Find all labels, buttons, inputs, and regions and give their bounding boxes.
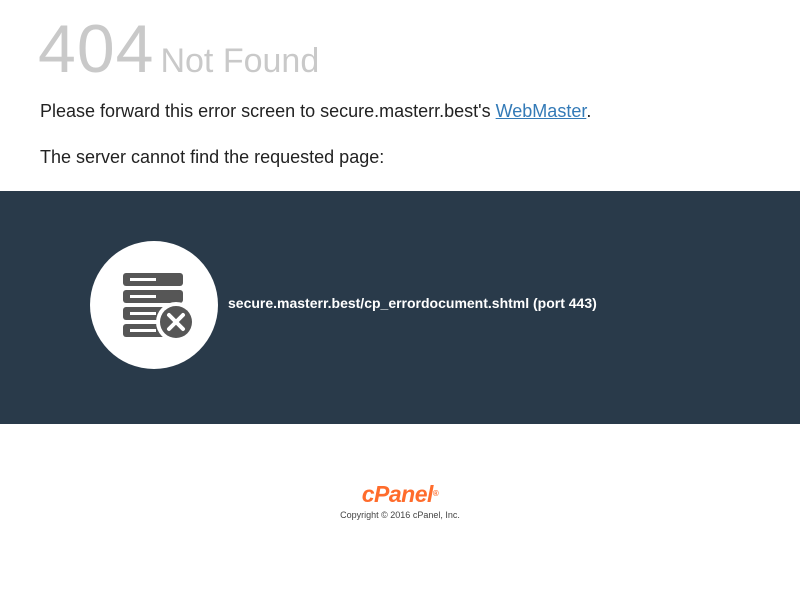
forward-message-text: Please forward this error screen to secu…	[40, 101, 496, 121]
server-error-icon	[123, 273, 196, 342]
copyright-text: Copyright © 2016 cPanel, Inc.	[340, 510, 460, 520]
cpanel-logo-text: cPanel	[361, 481, 434, 507]
error-title: Not Found	[160, 42, 320, 80]
cpanel-logo[interactable]: cPanel®	[0, 480, 800, 508]
requested-url: secure.masterr.best/cp_errordocument.sht…	[228, 295, 597, 311]
error-heading: 404 Not Found	[38, 14, 319, 84]
icon-circle	[90, 241, 218, 369]
error-page: 404 Not Found Please forward this error s…	[0, 0, 800, 600]
footer: cPanel® Copyright © 2016 cPanel, Inc.	[0, 480, 800, 520]
registered-mark: ®	[432, 489, 439, 498]
error-code: 404	[38, 11, 155, 87]
not-found-message: The server cannot find the requested pag…	[40, 147, 385, 167]
error-banner: secure.masterr.best/cp_errordocument.sht…	[0, 191, 800, 424]
webmaster-link[interactable]: WebMaster	[496, 101, 587, 121]
forward-message: Please forward this error screen to secu…	[40, 101, 591, 122]
forward-message-period: .	[586, 101, 592, 121]
